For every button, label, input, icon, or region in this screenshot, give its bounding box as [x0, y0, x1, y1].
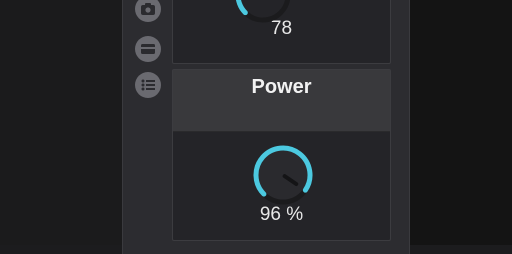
power-card-header: Power: [173, 70, 390, 132]
power-value: 96 %: [259, 204, 304, 225]
card-icon: [141, 44, 155, 54]
background-right: [410, 0, 512, 245]
card-button[interactable]: [135, 36, 161, 62]
power-card-title: Power: [251, 76, 312, 98]
camera-icon: [141, 3, 155, 15]
list-button[interactable]: [135, 72, 161, 98]
power-knob[interactable]: [248, 142, 318, 206]
background-left: [0, 0, 122, 245]
top-knob[interactable]: [228, 0, 298, 26]
list-icon: [141, 79, 155, 91]
